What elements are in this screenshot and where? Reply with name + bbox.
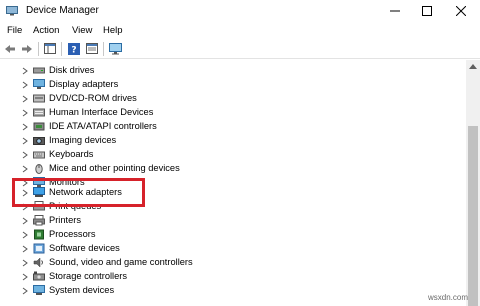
tree-item-system-devices[interactable]: System devices (0, 284, 466, 298)
tree-item-software-devices[interactable]: Software devices (0, 242, 466, 256)
forward-arrow-icon (22, 44, 32, 53)
help-button[interactable]: ? (66, 41, 82, 56)
tree-item-human-interface-devices[interactable]: Human Interface Devices (0, 106, 466, 120)
chevron-right-icon[interactable] (21, 259, 29, 267)
chevron-right-icon[interactable] (21, 287, 29, 295)
toolbar-separator (61, 42, 62, 56)
device-label: Processors (49, 229, 96, 239)
back-arrow-icon (5, 44, 15, 53)
scan-hardware-button[interactable] (107, 41, 123, 56)
back-button[interactable] (2, 41, 18, 56)
tree-item-keyboards[interactable]: Keyboards (0, 148, 466, 162)
chevron-right-icon[interactable] (21, 67, 29, 75)
disk-drive-icon (33, 67, 45, 74)
tree-item-dvd-cd-rom-drives[interactable]: DVD/CD-ROM drives (0, 92, 466, 106)
device-label: Display adapters (49, 79, 119, 89)
hid-icon (33, 108, 45, 117)
menu-help[interactable]: Help (103, 25, 123, 36)
device-label: Keyboards (49, 149, 94, 159)
scrollbar-thumb[interactable] (468, 126, 478, 306)
tree-item-sound-video-and-game-controllers[interactable]: Sound, video and game controllers (0, 256, 466, 270)
watermark-text: wsxdn.com (428, 293, 469, 302)
chevron-right-icon[interactable] (21, 137, 29, 145)
menu-bar: File Action View Help (0, 22, 480, 39)
device-label: Storage controllers (49, 271, 128, 281)
chevron-right-icon[interactable] (21, 151, 29, 159)
device-label: Mice and other pointing devices (49, 163, 180, 173)
show-hide-console-tree-button[interactable] (42, 41, 58, 56)
chevron-right-icon[interactable] (21, 231, 29, 239)
device-label: Printers (49, 215, 82, 225)
scroll-up-arrow-icon[interactable] (469, 63, 477, 69)
system-device-icon (33, 285, 45, 295)
properties-icon (86, 43, 98, 54)
properties-button[interactable] (84, 41, 100, 56)
chevron-right-icon[interactable] (21, 109, 29, 117)
menu-action[interactable]: Action (33, 25, 59, 36)
chevron-right-icon[interactable] (21, 245, 29, 253)
device-label: Imaging devices (49, 135, 117, 145)
menu-file[interactable]: File (7, 25, 22, 36)
sound-icon (33, 257, 43, 268)
mouse-icon (35, 164, 43, 174)
minimize-icon (390, 10, 400, 12)
software-device-icon (33, 243, 45, 254)
device-label: Disk drives (49, 65, 95, 75)
tree-item-mice-and-other-pointing-devices[interactable]: Mice and other pointing devices (0, 162, 466, 176)
processor-icon (34, 229, 44, 240)
tree-item-processors[interactable]: Processors (0, 228, 466, 242)
device-manager-icon (6, 6, 18, 16)
tree-item-display-adapters[interactable]: Display adapters (0, 78, 466, 92)
help-icon: ? (68, 42, 80, 55)
printer-icon (33, 215, 45, 226)
device-label: System devices (49, 285, 115, 295)
device-label: IDE ATA/ATAPI controllers (49, 121, 157, 131)
tree-item-disk-drives[interactable]: Disk drives (0, 64, 466, 78)
device-label: Human Interface Devices (49, 107, 154, 117)
vertical-scrollbar[interactable] (466, 60, 480, 306)
camera-icon (33, 137, 45, 145)
console-tree-icon (44, 43, 56, 54)
title-bar: Device Manager (0, 0, 480, 22)
toolbar-separator (38, 42, 39, 56)
tree-item-ide-ata-atapi-controllers[interactable]: IDE ATA/ATAPI controllers (0, 120, 466, 134)
chevron-right-icon[interactable] (21, 217, 29, 225)
device-label: Software devices (49, 243, 120, 253)
ide-controller-icon (33, 122, 45, 131)
chevron-right-icon[interactable] (21, 123, 29, 131)
svg-text:?: ? (71, 45, 76, 55)
chevron-right-icon[interactable] (21, 95, 29, 103)
tree-item-printers[interactable]: Printers (0, 214, 466, 228)
device-label: DVD/CD-ROM drives (49, 93, 137, 103)
maximize-button[interactable] (412, 0, 442, 22)
close-button[interactable] (446, 0, 476, 22)
minimize-button[interactable] (380, 0, 410, 22)
tree-item-imaging-devices[interactable]: Imaging devices (0, 134, 466, 148)
tree-item-storage-controllers[interactable]: Storage controllers (0, 270, 466, 284)
storage-controller-icon (33, 271, 45, 281)
highlight-box (12, 178, 145, 207)
keyboard-icon (33, 151, 45, 159)
close-icon (456, 6, 466, 16)
maximize-icon (422, 6, 432, 16)
chevron-right-icon[interactable] (21, 273, 29, 281)
menu-view[interactable]: View (72, 25, 92, 36)
dvd-drive-icon (33, 94, 45, 103)
forward-button[interactable] (19, 41, 35, 56)
toolbar: ? (0, 39, 480, 59)
chevron-right-icon[interactable] (21, 165, 29, 173)
window-title: Device Manager (26, 5, 99, 16)
display-adapter-icon (33, 79, 45, 89)
chevron-right-icon[interactable] (21, 81, 29, 89)
device-label: Sound, video and game controllers (49, 257, 193, 267)
scan-monitor-icon (108, 42, 122, 54)
toolbar-separator (103, 42, 104, 56)
